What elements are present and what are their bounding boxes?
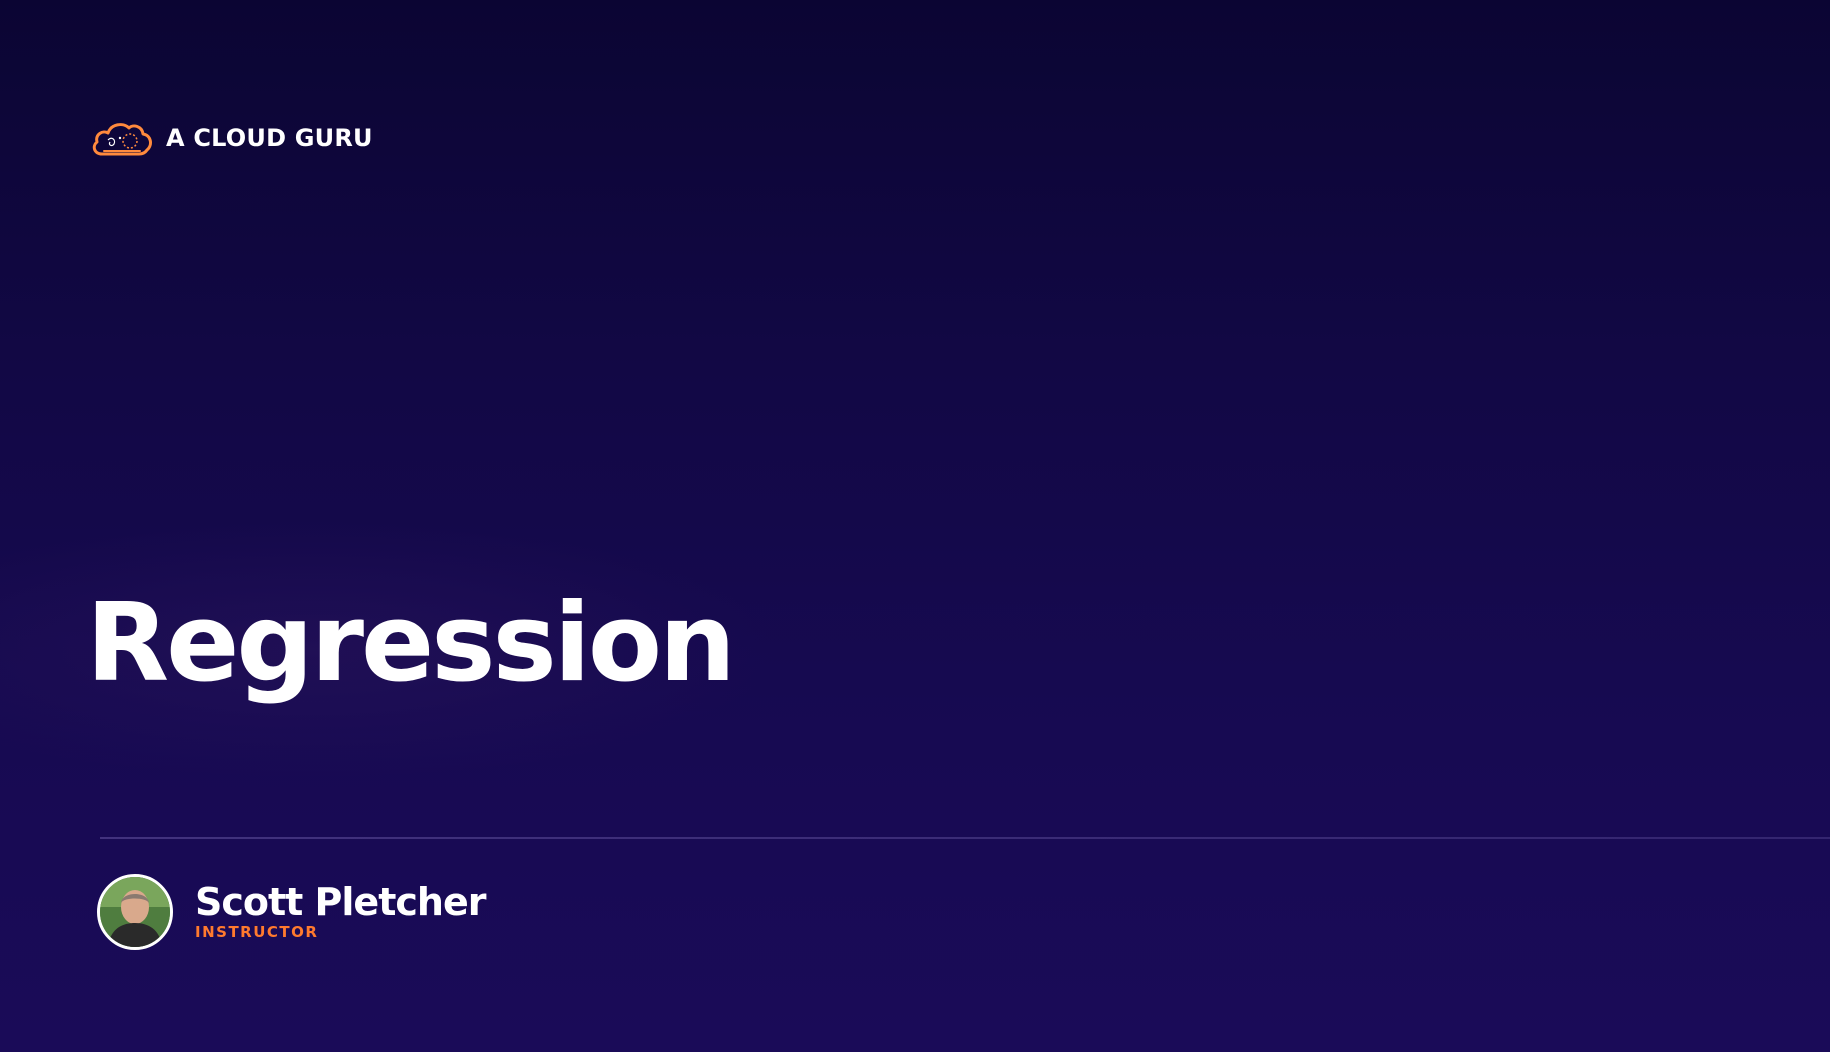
presenter-role: INSTRUCTOR (195, 922, 319, 941)
brand-logo: A CLOUD GURU (90, 118, 373, 158)
brand-name: A CLOUD GURU (166, 124, 373, 152)
presenter-info: Scott Pletcher INSTRUCTOR (195, 880, 486, 941)
slide-title: Regression (86, 581, 736, 706)
presenter-card: Scott Pletcher INSTRUCTOR (97, 874, 486, 950)
presenter-name: Scott Pletcher (195, 880, 486, 925)
avatar (97, 874, 173, 950)
divider (100, 837, 1830, 839)
cloud-logo-icon (92, 123, 152, 156)
person-icon (100, 877, 170, 947)
